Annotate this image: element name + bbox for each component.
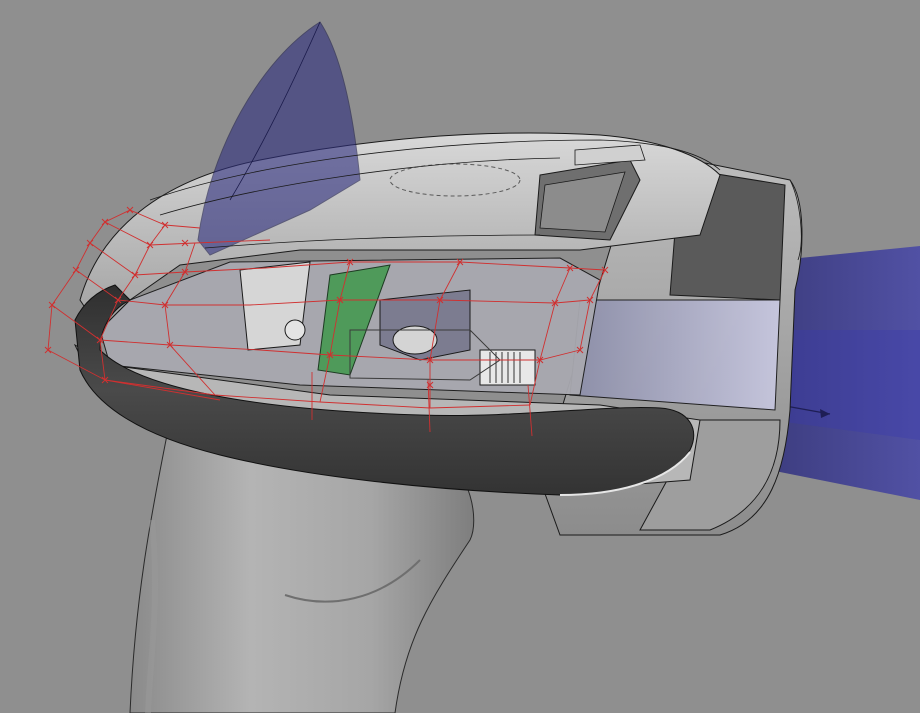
3d-viewport[interactable] [0,0,920,713]
